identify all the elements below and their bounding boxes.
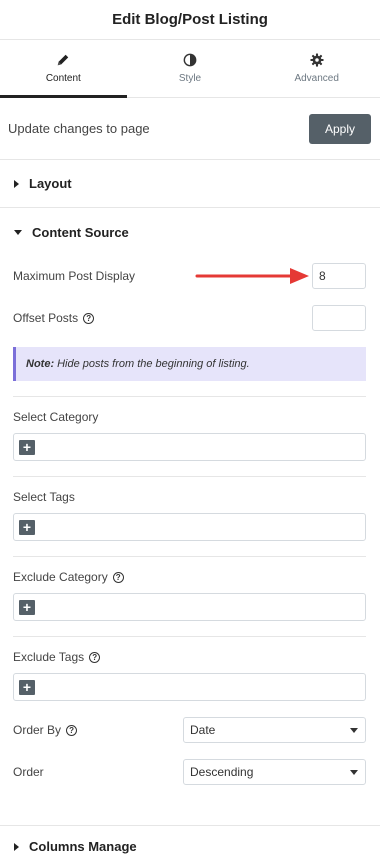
section-content-source[interactable]: Content Source — [0, 208, 380, 256]
offset-posts-label: Offset Posts ? — [13, 311, 95, 325]
select-category-label: Select Category — [13, 410, 99, 424]
select-tags-label: Select Tags — [13, 490, 75, 504]
annotation-arrow — [195, 268, 309, 284]
contrast-icon — [183, 53, 197, 67]
help-icon[interactable]: ? — [83, 312, 95, 324]
order-select[interactable]: Descending — [183, 759, 366, 785]
order-by-label: Order By ? — [13, 723, 78, 737]
caret-right-icon — [14, 842, 19, 851]
panel-header: Edit Blog/Post Listing — [0, 0, 380, 40]
update-changes-text: Update changes to page — [8, 121, 150, 136]
max-post-label: Maximum Post Display — [13, 269, 136, 283]
offset-posts-input[interactable] — [312, 305, 366, 331]
tab-bar: Content Style Advanced — [0, 40, 380, 98]
tab-style-label: Style — [178, 73, 202, 84]
order-row: Order Descending — [0, 759, 380, 785]
tab-advanced[interactable]: Advanced — [253, 40, 380, 97]
offset-posts-row: Offset Posts ? — [0, 305, 380, 331]
tab-content[interactable]: Content — [0, 40, 127, 98]
divider — [13, 556, 366, 557]
add-exclude-tag-button[interactable]: + — [19, 679, 35, 695]
tab-style[interactable]: Style — [127, 40, 254, 97]
select-tags-field[interactable]: + — [13, 513, 366, 541]
update-changes-row: Update changes to page Apply — [0, 98, 380, 160]
apply-button[interactable]: Apply — [309, 113, 371, 144]
note-label: Note: — [26, 358, 55, 370]
section-columns-manage-title: Columns Manage — [29, 839, 137, 854]
order-by-label-text: Order By — [13, 723, 62, 737]
exclude-category-field[interactable]: + — [13, 593, 366, 621]
tab-content-label: Content — [45, 73, 81, 84]
max-post-input[interactable] — [312, 263, 366, 289]
offset-posts-label-text: Offset Posts — [13, 311, 79, 325]
add-exclude-category-button[interactable]: + — [19, 599, 35, 615]
order-by-value: Date — [190, 723, 216, 737]
divider — [13, 396, 366, 397]
select-category-field[interactable]: + — [13, 433, 366, 461]
add-tag-button[interactable]: + — [19, 519, 35, 535]
gear-icon — [310, 53, 324, 67]
max-post-row: Maximum Post Display — [0, 263, 380, 289]
tab-advanced-label: Advanced — [294, 73, 339, 84]
divider — [13, 636, 366, 637]
exclude-category-label-text: Exclude Category — [13, 570, 108, 584]
caret-right-icon — [14, 179, 19, 188]
add-category-button[interactable]: + — [19, 439, 35, 455]
chevron-down-icon — [350, 769, 358, 775]
section-layout[interactable]: Layout — [0, 160, 380, 208]
exclude-category-label: Exclude Category ? — [0, 570, 124, 584]
section-layout-title: Layout — [29, 176, 72, 191]
order-label: Order — [13, 765, 44, 779]
exclude-tags-label: Exclude Tags ? — [0, 650, 101, 664]
help-icon[interactable]: ? — [89, 651, 101, 663]
section-columns-manage[interactable]: Columns Manage — [0, 826, 380, 867]
section-content-source-title: Content Source — [32, 224, 129, 240]
order-value: Descending — [190, 765, 254, 779]
caret-down-icon — [14, 229, 22, 235]
help-icon[interactable]: ? — [112, 571, 124, 583]
pencil-icon — [58, 54, 69, 66]
chevron-down-icon — [350, 727, 358, 733]
offset-note: Note: Hide posts from the beginning of l… — [13, 347, 366, 381]
exclude-tags-field[interactable]: + — [13, 673, 366, 701]
panel-title: Edit Blog/Post Listing — [112, 11, 268, 28]
order-by-row: Order By ? Date — [0, 717, 380, 743]
exclude-tags-label-text: Exclude Tags — [13, 650, 85, 664]
order-by-select[interactable]: Date — [183, 717, 366, 743]
note-text: Hide posts from the beginning of listing… — [57, 358, 250, 370]
help-icon[interactable]: ? — [66, 724, 78, 736]
divider — [13, 476, 366, 477]
